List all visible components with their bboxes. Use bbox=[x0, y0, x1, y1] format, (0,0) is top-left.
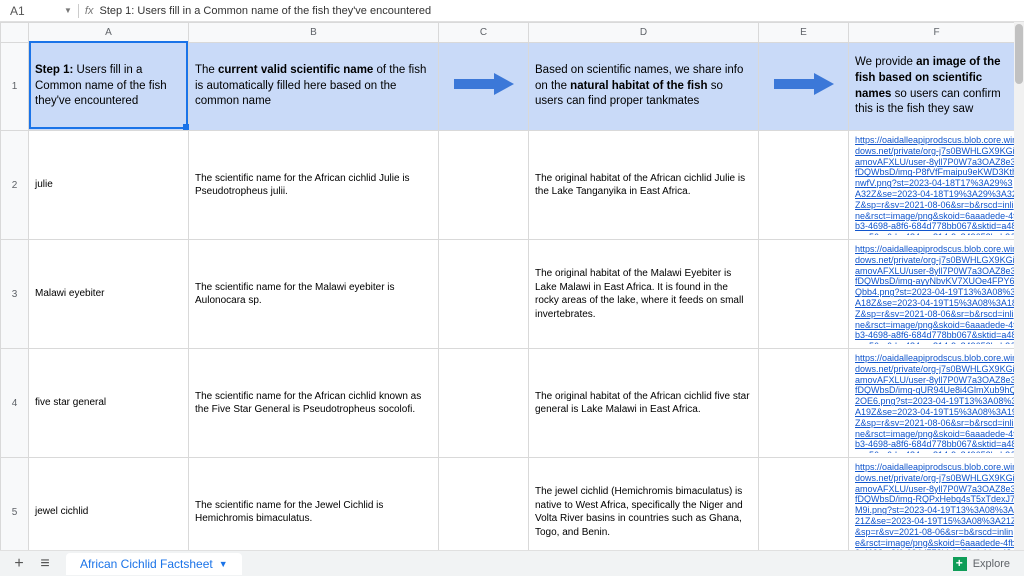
cell-text: Step 1: bbox=[35, 64, 77, 76]
cell-F3[interactable]: https://oaidalleapiprodscus.blob.core.wi… bbox=[849, 240, 1024, 349]
table-row: 4 five star general The scientific name … bbox=[1, 349, 1024, 458]
col-header-A[interactable]: A bbox=[29, 23, 189, 43]
cell-B3[interactable]: The scientific name for the Malawi eyebi… bbox=[189, 240, 439, 349]
cell-F5[interactable]: https://oaidalleapiprodscus.blob.core.wi… bbox=[849, 458, 1024, 551]
table-row: 3 Malawi eyebiter The scientific name fo… bbox=[1, 240, 1024, 349]
link[interactable]: https://oaidalleapiprodscus.blob.core.wi… bbox=[855, 135, 1018, 235]
cell-B5[interactable]: The scientific name for the Jewel Cichli… bbox=[189, 458, 439, 551]
row-header-4[interactable]: 4 bbox=[1, 349, 29, 458]
select-all-corner[interactable] bbox=[1, 23, 29, 43]
table-row: 5 jewel cichlid The scientific name for … bbox=[1, 458, 1024, 551]
sheet-tab-active[interactable]: African Cichlid Factsheet ▼ bbox=[66, 553, 242, 575]
chevron-down-icon[interactable]: ▼ bbox=[219, 559, 228, 569]
cell-C3[interactable] bbox=[439, 240, 529, 349]
col-header-F[interactable]: F bbox=[849, 23, 1024, 43]
row-header-2[interactable]: 2 bbox=[1, 131, 29, 240]
cell-D2[interactable]: The original habitat of the African cich… bbox=[529, 131, 759, 240]
vertical-scrollbar[interactable] bbox=[1014, 22, 1024, 550]
sheet-tab-label: African Cichlid Factsheet bbox=[80, 557, 213, 571]
cell-A5[interactable]: jewel cichlid bbox=[29, 458, 189, 551]
arrow-right-icon bbox=[454, 73, 514, 95]
cell-C1[interactable] bbox=[439, 43, 529, 131]
cell-A2[interactable]: julie bbox=[29, 131, 189, 240]
cell-D1[interactable]: Based on scientific names, we share info… bbox=[529, 43, 759, 131]
cell-E3[interactable] bbox=[759, 240, 849, 349]
cell-C5[interactable] bbox=[439, 458, 529, 551]
divider bbox=[78, 4, 79, 18]
cell-A3[interactable]: Malawi eyebiter bbox=[29, 240, 189, 349]
col-header-B[interactable]: B bbox=[189, 23, 439, 43]
link[interactable]: https://oaidalleapiprodscus.blob.core.wi… bbox=[855, 353, 1018, 453]
col-header-E[interactable]: E bbox=[759, 23, 849, 43]
cell-B4[interactable]: The scientific name for the African cich… bbox=[189, 349, 439, 458]
explore-label: Explore bbox=[973, 558, 1010, 570]
row-header-1[interactable]: 1 bbox=[1, 43, 29, 131]
cell-E2[interactable] bbox=[759, 131, 849, 240]
name-box[interactable]: A1 bbox=[4, 4, 64, 18]
cell-F2[interactable]: https://oaidalleapiprodscus.blob.core.wi… bbox=[849, 131, 1024, 240]
cell-A4[interactable]: five star general bbox=[29, 349, 189, 458]
spreadsheet-grid[interactable]: A B C D E F 1 Step 1: Users fill in a Co… bbox=[0, 22, 1024, 550]
cell-C2[interactable] bbox=[439, 131, 529, 240]
cell-B1[interactable]: The current valid scientific name of the… bbox=[189, 43, 439, 131]
cell-text: The bbox=[195, 64, 218, 76]
cell-D4[interactable]: The original habitat of the African cich… bbox=[529, 349, 759, 458]
link[interactable]: https://oaidalleapiprodscus.blob.core.wi… bbox=[855, 462, 1018, 550]
explore-button[interactable]: Explore bbox=[953, 557, 1018, 571]
row-header-5[interactable]: 5 bbox=[1, 458, 29, 551]
cell-F4[interactable]: https://oaidalleapiprodscus.blob.core.wi… bbox=[849, 349, 1024, 458]
formula-bar: A1 ▼ fx Step 1: Users fill in a Common n… bbox=[0, 0, 1024, 22]
fx-icon: fx bbox=[85, 5, 94, 17]
cell-D3[interactable]: The original habitat of the Malawi Eyebi… bbox=[529, 240, 759, 349]
dropdown-caret-icon[interactable]: ▼ bbox=[64, 6, 72, 15]
cell-E1[interactable] bbox=[759, 43, 849, 131]
scrollbar-thumb[interactable] bbox=[1015, 24, 1023, 84]
table-row: 1 Step 1: Users fill in a Common name of… bbox=[1, 43, 1024, 131]
table-row: 2 julie The scientific name for the Afri… bbox=[1, 131, 1024, 240]
row-header-3[interactable]: 3 bbox=[1, 240, 29, 349]
cell-B2[interactable]: The scientific name for the African cich… bbox=[189, 131, 439, 240]
add-sheet-button[interactable]: + bbox=[6, 553, 32, 575]
cell-text: current valid scientific name bbox=[218, 64, 373, 76]
cell-C4[interactable] bbox=[439, 349, 529, 458]
explore-icon bbox=[953, 557, 967, 571]
cell-E5[interactable] bbox=[759, 458, 849, 551]
arrow-right-icon bbox=[774, 73, 834, 95]
col-header-D[interactable]: D bbox=[529, 23, 759, 43]
cell-E4[interactable] bbox=[759, 349, 849, 458]
sheet-tab-bar: + ≡ African Cichlid Factsheet ▼ Explore bbox=[0, 550, 1024, 576]
cell-D5[interactable]: The jewel cichlid (Hemichromis bimaculat… bbox=[529, 458, 759, 551]
link[interactable]: https://oaidalleapiprodscus.blob.core.wi… bbox=[855, 244, 1018, 344]
column-header-row: A B C D E F bbox=[1, 23, 1024, 43]
formula-input[interactable]: Step 1: Users fill in a Common name of t… bbox=[99, 5, 1020, 17]
cell-A1[interactable]: Step 1: Users fill in a Common name of t… bbox=[29, 43, 189, 131]
col-header-C[interactable]: C bbox=[439, 23, 529, 43]
all-sheets-button[interactable]: ≡ bbox=[32, 553, 58, 575]
cell-F1[interactable]: We provide an image of the fish based on… bbox=[849, 43, 1024, 131]
cell-text: We provide bbox=[855, 56, 916, 68]
cell-text: natural habitat of the fish bbox=[570, 80, 707, 92]
